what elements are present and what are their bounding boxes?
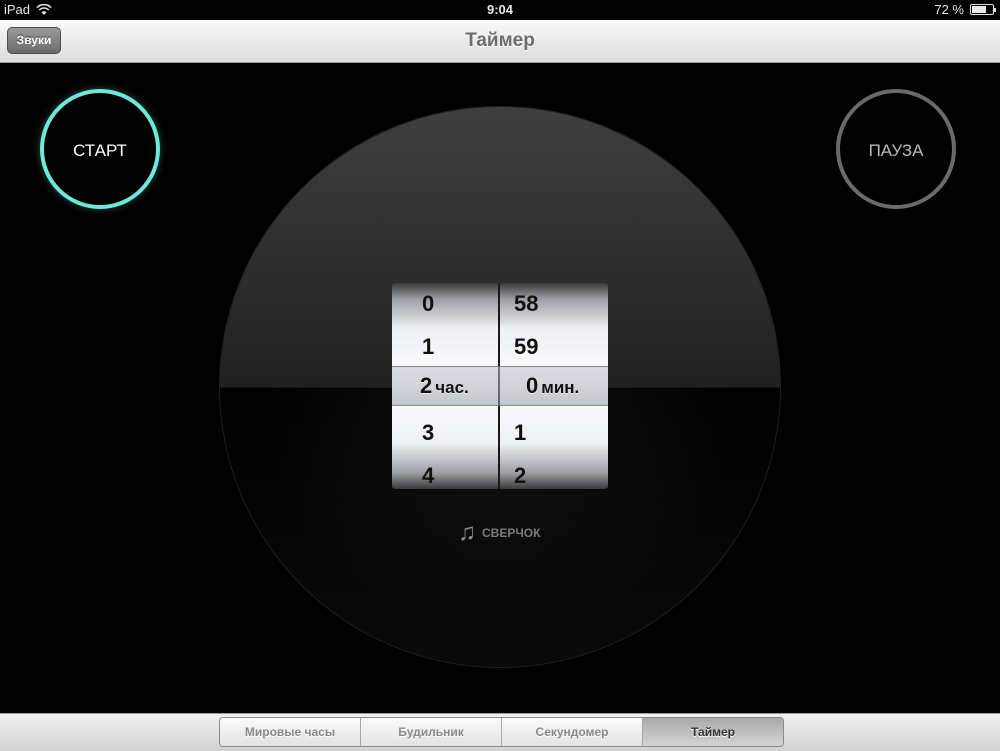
battery-percent: 72 % bbox=[934, 2, 964, 17]
tab-stopwatch[interactable]: Секундомер bbox=[502, 718, 643, 746]
sound-label: СВЕРЧОК bbox=[482, 526, 541, 540]
selected-hours-value: 2 bbox=[420, 373, 433, 398]
time-picker: 0 1 3 4 58 59 1 2 2 час. 0 мин. bbox=[392, 283, 608, 489]
hours-unit-label: час. bbox=[435, 378, 469, 397]
minutes-unit-label: мин. bbox=[541, 378, 580, 397]
hours-row[interactable]: 4 bbox=[392, 454, 498, 489]
sound-selector[interactable]: ♫ СВЕРЧОК bbox=[458, 521, 540, 545]
page-title: Таймер bbox=[465, 30, 535, 51]
minutes-row[interactable]: 2 bbox=[500, 454, 608, 489]
hours-row[interactable]: 1 bbox=[392, 325, 498, 369]
hours-row[interactable]: 3 bbox=[392, 411, 498, 455]
tab-world-clock[interactable]: Мировые часы bbox=[220, 718, 361, 746]
minutes-row[interactable]: 1 bbox=[500, 411, 608, 455]
tab-timer[interactable]: Таймер bbox=[643, 718, 783, 746]
selected-minutes: 0 мин. bbox=[526, 370, 579, 402]
selected-hours: 2 час. bbox=[420, 370, 469, 402]
minutes-row[interactable]: 58 bbox=[500, 283, 608, 326]
segmented-control: Мировые часы Будильник Секундомер Таймер bbox=[219, 717, 784, 747]
status-bar: iPad 9:04 72 % bbox=[0, 0, 1000, 20]
tab-alarm[interactable]: Будильник bbox=[361, 718, 502, 746]
selected-minutes-value: 0 bbox=[526, 373, 539, 398]
nav-bar: Звуки Таймер bbox=[0, 20, 1000, 63]
music-note-icon: ♫ bbox=[458, 519, 476, 546]
status-time: 9:04 bbox=[486, 2, 514, 17]
hours-row[interactable]: 0 bbox=[392, 283, 498, 326]
tab-bar: Мировые часы Будильник Секундомер Таймер bbox=[0, 713, 1000, 751]
start-button[interactable]: СТАРТ bbox=[40, 89, 160, 209]
battery-icon bbox=[970, 4, 996, 15]
minutes-row[interactable]: 59 bbox=[500, 325, 608, 369]
pause-button[interactable]: ПАУЗА bbox=[836, 89, 956, 209]
timer-main: СТАРТ ПАУЗА 0 1 3 4 58 59 1 2 2 час. 0 мин… bbox=[0, 63, 1000, 713]
